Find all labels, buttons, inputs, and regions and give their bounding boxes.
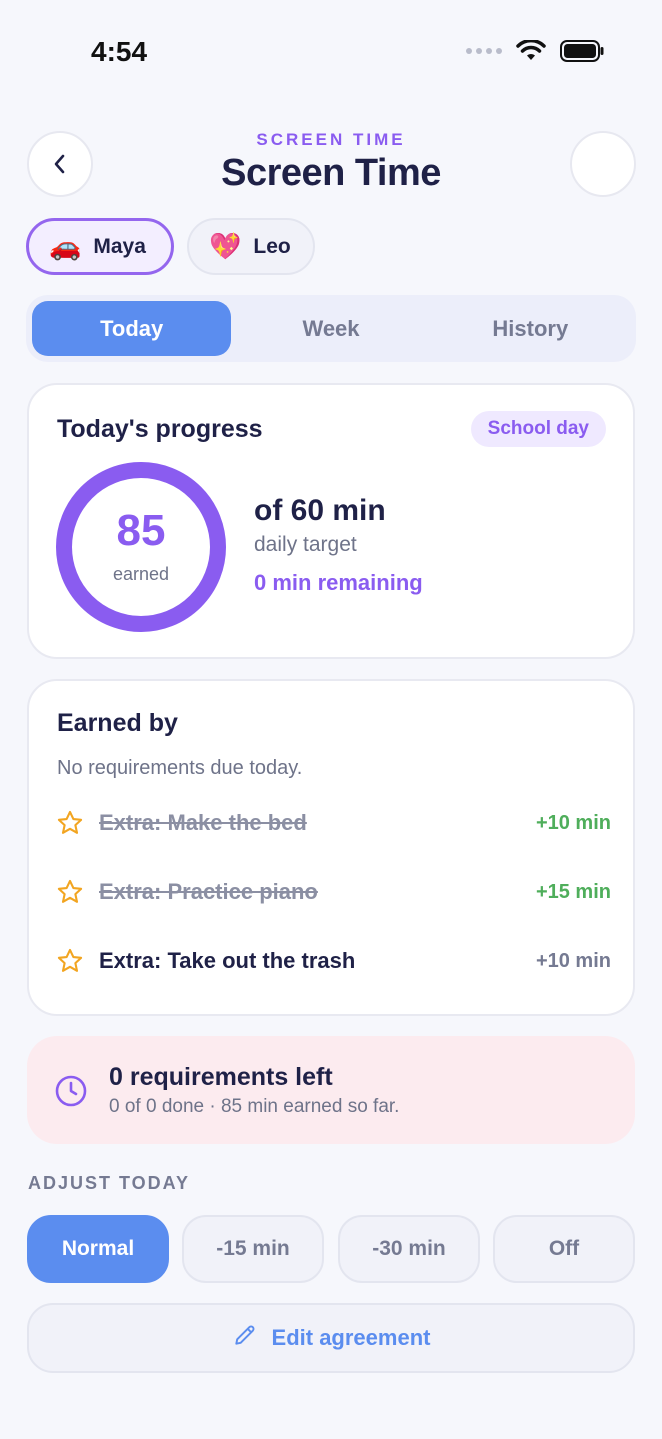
earned-label: earned bbox=[112, 564, 170, 584]
pencil-icon bbox=[232, 1322, 258, 1354]
adjust-normal-button[interactable]: Normal bbox=[27, 1215, 169, 1283]
adjust-today-label: ADJUST TODAY bbox=[28, 1173, 191, 1193]
star-icon bbox=[55, 946, 85, 976]
earned-by-heading: Earned by bbox=[57, 709, 178, 737]
period-tabs: Today Week History bbox=[26, 295, 636, 362]
car-icon: 🚗 bbox=[49, 231, 82, 261]
earned-by-subtitle: No requirements due today. bbox=[57, 757, 303, 779]
clock-icon bbox=[54, 1074, 88, 1113]
progress-card: Today's progress School day 85 earned of… bbox=[27, 383, 635, 659]
status-icons bbox=[466, 40, 604, 62]
kid-chip-maya[interactable]: 🚗 Maya bbox=[26, 218, 174, 275]
daily-target-value: of 60 min bbox=[254, 494, 386, 527]
adjust-minus-15-button[interactable]: -15 min bbox=[182, 1215, 324, 1283]
progress-heading: Today's progress bbox=[57, 415, 263, 443]
status-bar: 4:54 bbox=[0, 0, 662, 100]
requirements-left-subtitle: 0 of 0 done · 85 min earned so far. bbox=[109, 1096, 400, 1117]
task-row[interactable]: Extra: Take out the trash +10 min bbox=[55, 941, 611, 981]
tab-week[interactable]: Week bbox=[231, 301, 430, 356]
requirements-alert: 0 requirements left 0 of 0 done · 85 min… bbox=[27, 1036, 635, 1144]
kid-chip-leo[interactable]: 💖 Leo bbox=[187, 218, 315, 275]
wifi-icon bbox=[516, 40, 546, 60]
remaining-minutes: 0 min remaining bbox=[254, 570, 423, 595]
earned-minutes: 85 bbox=[116, 506, 166, 555]
kid-name: Leo bbox=[253, 234, 291, 258]
adjust-off-button[interactable]: Off bbox=[493, 1215, 635, 1283]
star-icon bbox=[55, 877, 85, 907]
task-minutes: +15 min bbox=[535, 880, 611, 903]
tab-today[interactable]: Today bbox=[32, 301, 232, 356]
task-minutes: +10 min bbox=[535, 949, 611, 972]
heart-icon: 💖 bbox=[209, 231, 242, 261]
star-icon bbox=[55, 808, 85, 838]
task-label: Extra: Practice piano bbox=[99, 879, 318, 904]
adjust-minus-30-button[interactable]: -30 min bbox=[338, 1215, 480, 1283]
task-row[interactable]: Extra: Make the bed +10 min bbox=[55, 803, 611, 843]
kid-name: Maya bbox=[93, 234, 146, 258]
daily-target-label: daily target bbox=[254, 533, 357, 556]
page-title: Screen Time bbox=[221, 152, 441, 194]
task-label: Extra: Take out the trash bbox=[99, 948, 356, 973]
battery-icon bbox=[560, 40, 604, 62]
task-row[interactable]: Extra: Practice piano +15 min bbox=[55, 872, 611, 912]
tab-history[interactable]: History bbox=[431, 301, 630, 356]
day-type-badge: School day bbox=[470, 411, 606, 447]
edit-agreement-label: Edit agreement bbox=[271, 1325, 431, 1350]
edit-agreement-button[interactable]: Edit agreement bbox=[27, 1303, 635, 1373]
status-time: 4:54 bbox=[91, 36, 148, 67]
header-action-button[interactable] bbox=[570, 131, 636, 197]
task-label: Extra: Make the bed bbox=[99, 810, 307, 835]
task-minutes: +10 min bbox=[535, 811, 611, 834]
requirements-left-title: 0 requirements left bbox=[109, 1063, 333, 1091]
page-eyebrow: SCREEN TIME bbox=[256, 130, 406, 149]
progress-ring: 85 earned bbox=[55, 461, 227, 633]
earned-by-card: Earned by No requirements due today. Ext… bbox=[27, 679, 635, 1016]
signal-icon bbox=[466, 48, 502, 54]
